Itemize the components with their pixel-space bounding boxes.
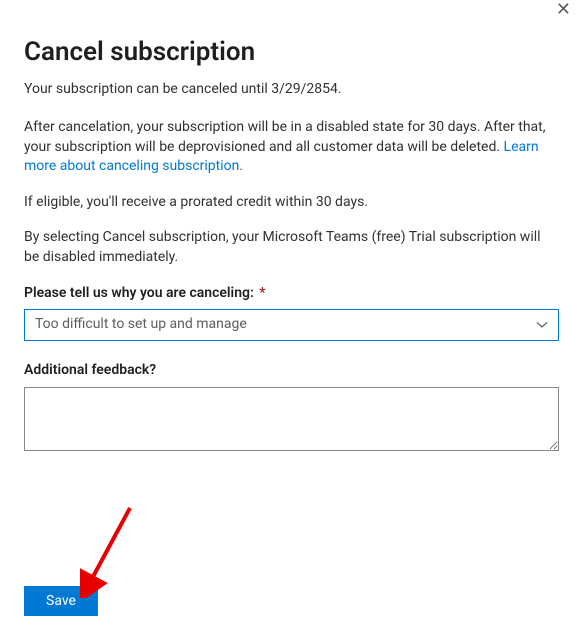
feedback-textarea[interactable]	[24, 387, 559, 451]
reason-selected-value: Too difficult to set up and manage	[35, 315, 247, 335]
reason-label-text: Please tell us why you are canceling:	[24, 285, 254, 301]
cancel-deadline-text: Your subscription can be canceled until …	[24, 80, 559, 100]
cancelation-info-text: After cancelation, your subscription wil…	[24, 119, 546, 155]
save-button[interactable]: Save	[24, 586, 98, 616]
reason-dropdown[interactable]: Too difficult to set up and manage	[24, 309, 559, 341]
prorated-credit-text: If eligible, you'll receive a prorated c…	[24, 193, 559, 213]
required-asterisk: *	[259, 285, 265, 301]
cancelation-info-paragraph: After cancelation, your subscription wil…	[24, 118, 559, 177]
page-title: Cancel subscription	[24, 34, 559, 70]
close-icon: ✕	[556, 0, 571, 19]
disable-immediately-text: By selecting Cancel subscription, your M…	[24, 228, 559, 267]
feedback-label: Additional feedback?	[24, 361, 559, 381]
reason-label: Please tell us why you are canceling: *	[24, 284, 559, 304]
save-button-label: Save	[46, 593, 76, 609]
arrow-annotation	[80, 498, 140, 598]
chevron-down-icon	[536, 319, 548, 331]
close-button[interactable]: ✕	[556, 0, 571, 18]
